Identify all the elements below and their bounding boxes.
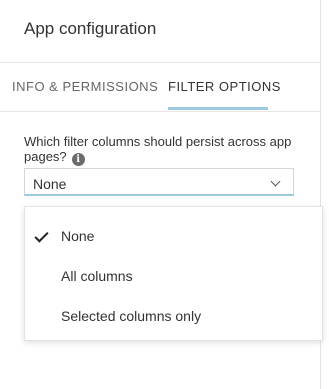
filter-persist-select[interactable]: None xyxy=(24,168,294,196)
dropdown-option-all-columns[interactable]: All columns xyxy=(25,258,322,294)
checkmark-icon xyxy=(34,228,49,243)
tab-filter-options[interactable]: FILTER OPTIONS xyxy=(168,79,281,94)
dropdown-option-none[interactable]: None xyxy=(25,218,322,254)
option-label: Selected columns only xyxy=(61,308,202,324)
option-label: None xyxy=(61,228,95,244)
active-tab-indicator xyxy=(168,107,268,110)
filter-persist-question: Which filter columns should persist acro… xyxy=(24,134,314,166)
tab-bar: INFO & PERMISSIONS FILTER OPTIONS xyxy=(0,62,320,112)
tab-info-permissions[interactable]: INFO & PERMISSIONS xyxy=(12,79,158,94)
filter-persist-question-text: Which filter columns should persist acro… xyxy=(24,134,292,164)
info-icon[interactable]: i xyxy=(71,153,85,166)
dropdown-option-selected-columns-only[interactable]: Selected columns only xyxy=(25,298,322,334)
chevron-down-icon xyxy=(270,176,281,187)
option-label: All columns xyxy=(61,268,133,284)
panel-title: App configuration xyxy=(24,19,157,38)
filter-persist-dropdown-menu: None All columns Selected columns only xyxy=(24,206,323,341)
select-value: None xyxy=(33,176,67,192)
